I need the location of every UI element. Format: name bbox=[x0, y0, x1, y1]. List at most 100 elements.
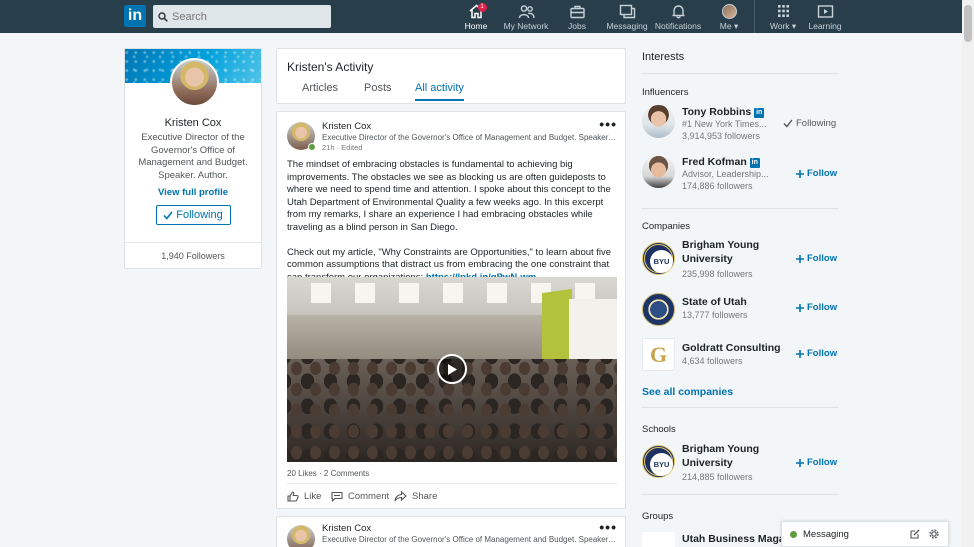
goldratt-logo[interactable]: G bbox=[642, 338, 675, 371]
following-button-label: Following bbox=[176, 209, 223, 221]
tab-articles[interactable]: Articles bbox=[302, 82, 338, 99]
company-item[interactable]: G Goldratt Consulting 4,634 followers Fo… bbox=[641, 338, 841, 378]
tab-all-activity[interactable]: All activity bbox=[415, 82, 464, 101]
nav-me-label: Me bbox=[719, 21, 732, 31]
top-navigation-bar: in 1 Home My Network Jobs Messaging Noti… bbox=[0, 0, 974, 33]
search-box[interactable] bbox=[153, 5, 331, 28]
school-item[interactable]: BYU Brigham Young University 214,885 fol… bbox=[641, 442, 841, 488]
byu-logo[interactable]: BYU bbox=[642, 445, 675, 478]
influencer-item[interactable]: Tony Robbins in #1 New York Times... 3,91… bbox=[641, 105, 841, 145]
linkedin-logo[interactable]: in bbox=[124, 5, 146, 27]
profile-name[interactable]: Kristen Cox bbox=[125, 117, 261, 129]
nav-messaging-label: Messaging bbox=[606, 21, 648, 31]
see-all-companies-link[interactable]: See all companies bbox=[642, 386, 733, 398]
follow-button[interactable]: Follow bbox=[796, 302, 837, 313]
influencer-followers: 3,914,953 followers bbox=[682, 131, 761, 141]
nav-jobs-label: Jobs bbox=[568, 21, 586, 31]
follow-label: Follow bbox=[807, 302, 838, 313]
nav-me[interactable]: Me ▾ bbox=[718, 4, 740, 32]
influencer-headline: Advisor, Leadership... bbox=[682, 169, 769, 179]
company-followers: 13,777 followers bbox=[682, 310, 748, 320]
state-of-utah-seal-icon[interactable] bbox=[642, 293, 675, 326]
messaging-overlay[interactable]: Messaging bbox=[781, 521, 949, 547]
company-item[interactable]: BYU Brigham Young University 235,998 fol… bbox=[641, 238, 841, 284]
influencers-title: Influencers bbox=[642, 87, 689, 98]
following-button[interactable]: Following bbox=[783, 118, 836, 129]
briefcase-icon bbox=[569, 5, 585, 19]
follow-button[interactable]: Follow bbox=[796, 348, 837, 359]
nav-my-network-label: My Network bbox=[503, 21, 549, 31]
byu-logo-text: BYU bbox=[650, 250, 673, 273]
companies-title: Companies bbox=[642, 221, 691, 232]
like-label: Like bbox=[304, 491, 322, 502]
follow-button[interactable]: Follow bbox=[796, 168, 837, 179]
influencer-name-text: Fred Kofman bbox=[682, 156, 747, 168]
post-author-avatar[interactable] bbox=[287, 525, 315, 547]
company-name[interactable]: Brigham Young University bbox=[682, 238, 776, 266]
post-author-name[interactable]: Kristen Cox bbox=[322, 523, 371, 534]
influencer-item[interactable]: Fred Kofman in Advisor, Leadership... 174… bbox=[641, 155, 841, 195]
nav-learning[interactable]: Learning bbox=[808, 4, 842, 32]
nav-jobs[interactable]: Jobs bbox=[567, 4, 587, 32]
group-name[interactable]: Utah Business Magaz bbox=[682, 532, 792, 546]
influencer-avatar[interactable] bbox=[642, 105, 675, 138]
post-video[interactable] bbox=[287, 277, 617, 462]
tab-posts[interactable]: Posts bbox=[364, 82, 392, 99]
followers-count: 1,940 Followers bbox=[161, 251, 225, 261]
page-scrollbar[interactable] bbox=[962, 0, 974, 547]
profile-avatar[interactable] bbox=[170, 58, 219, 107]
nav-work-label: Work bbox=[769, 21, 790, 31]
follow-button[interactable]: Follow bbox=[796, 253, 837, 264]
nav-home[interactable]: 1 Home bbox=[463, 3, 489, 32]
company-name[interactable]: Goldratt Consulting bbox=[682, 341, 792, 355]
network-icon bbox=[518, 5, 535, 19]
group-logo[interactable] bbox=[642, 532, 675, 547]
byu-logo-text: BYU bbox=[650, 453, 673, 476]
nav-work[interactable]: Work ▾ bbox=[769, 4, 797, 32]
video-play-button[interactable] bbox=[437, 354, 467, 384]
gear-icon[interactable] bbox=[929, 529, 939, 539]
profile-card: Kristen Cox Executive Director of the Go… bbox=[124, 48, 262, 269]
chevron-down-icon: ▾ bbox=[733, 21, 739, 31]
grid-icon bbox=[777, 5, 789, 17]
share-label: Share bbox=[412, 491, 438, 502]
byu-logo[interactable]: BYU bbox=[642, 242, 675, 275]
activity-post: Kristen Cox Executive Director of the Go… bbox=[276, 516, 626, 547]
more-options-icon[interactable]: ••• bbox=[599, 520, 617, 534]
activity-header: Kristen's Activity Articles Posts All ac… bbox=[276, 48, 626, 104]
comment-button[interactable]: Comment bbox=[331, 491, 389, 502]
search-input[interactable] bbox=[172, 10, 322, 23]
like-button[interactable]: Like bbox=[287, 491, 321, 502]
nav-messaging[interactable]: Messaging bbox=[606, 4, 648, 32]
influencer-headline: #1 New York Times... bbox=[682, 119, 767, 129]
influencer-name[interactable]: Fred Kofman in bbox=[682, 155, 792, 169]
schools-title: Schools bbox=[642, 424, 676, 435]
post-stats[interactable]: 20 Likes · 2 Comments bbox=[287, 469, 369, 478]
school-name[interactable]: Brigham Young University bbox=[682, 442, 776, 470]
influencer-avatar[interactable] bbox=[642, 155, 675, 188]
messaging-label: Messaging bbox=[803, 528, 849, 540]
nav-notifications[interactable]: Notifications bbox=[655, 4, 701, 32]
notification-badge: 1 bbox=[477, 3, 487, 12]
nav-learning-label: Learning bbox=[808, 21, 842, 31]
view-full-profile-link[interactable]: View full profile bbox=[125, 187, 261, 198]
compose-icon[interactable] bbox=[910, 529, 920, 539]
online-status-indicator bbox=[308, 143, 316, 151]
influencer-name[interactable]: Tony Robbins in bbox=[682, 105, 792, 119]
post-author-name[interactable]: Kristen Cox bbox=[322, 121, 371, 132]
divider bbox=[641, 494, 839, 495]
follow-button[interactable]: Follow bbox=[796, 457, 837, 468]
plus-icon bbox=[796, 458, 804, 467]
company-item[interactable]: State of Utah 13,777 followers Follow bbox=[641, 293, 841, 333]
following-button[interactable]: Following bbox=[155, 205, 231, 225]
share-button[interactable]: Share bbox=[394, 491, 437, 502]
post-body: The mindset of embracing obstacles is fu… bbox=[287, 159, 622, 297]
checkmark-icon bbox=[783, 119, 793, 128]
company-name[interactable]: State of Utah bbox=[682, 295, 776, 309]
follow-label: Follow bbox=[807, 168, 838, 179]
share-icon bbox=[394, 491, 407, 502]
more-options-icon[interactable]: ••• bbox=[599, 117, 617, 131]
scrollbar-thumb[interactable] bbox=[964, 5, 972, 42]
nav-my-network[interactable]: My Network bbox=[504, 4, 548, 32]
comment-label: Comment bbox=[348, 491, 390, 502]
